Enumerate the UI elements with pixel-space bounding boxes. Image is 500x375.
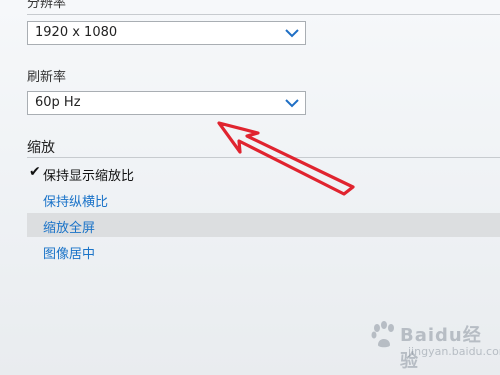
chevron-down-icon [285,29,299,38]
scaling-option-center-image[interactable]: 图像居中 [27,239,500,263]
refresh-rate-value: 60p Hz [35,95,81,110]
scaling-divider [27,157,500,158]
scaling-option-keep-aspect-ratio[interactable]: 保持纵横比 [27,187,500,211]
baidu-watermark: Baidu经验 jingyan.baidu.com [370,317,500,372]
resolution-value: 1920 x 1080 [35,25,118,40]
watermark-url: jingyan.baidu.com [408,345,500,358]
resolution-label: 分辨率 [27,0,67,11]
scaling-option-label: 保持显示缩放比 [43,169,135,184]
scaling-option-label: 图像居中 [43,247,96,262]
checkmark-icon: ✔ [29,164,41,180]
scaling-option-label: 缩放全屏 [43,221,96,236]
scaling-option-keep-display-ratio[interactable]: ✔ 保持显示缩放比 [27,161,500,185]
scaling-option-label: 保持纵横比 [43,195,109,210]
paw-logo-icon [371,321,394,348]
scaling-option-full-screen[interactable]: 缩放全屏 [27,213,500,237]
resolution-dropdown[interactable]: 1920 x 1080 [27,21,306,45]
refresh-rate-dropdown[interactable]: 60p Hz [27,91,306,115]
top-divider [27,14,500,15]
chevron-down-icon [285,99,299,108]
scaling-title: 缩放 [27,140,55,156]
refresh-rate-label: 刷新率 [27,70,67,85]
